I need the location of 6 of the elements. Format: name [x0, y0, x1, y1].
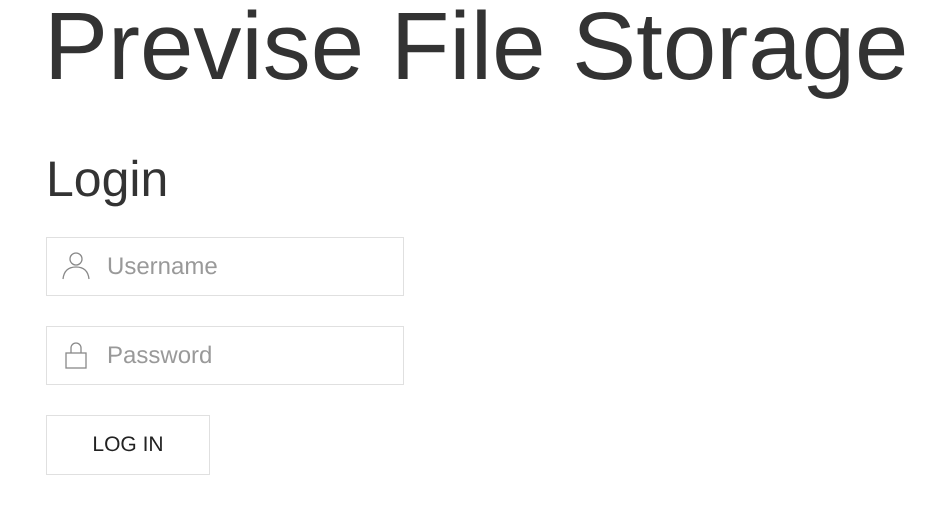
user-icon	[61, 251, 91, 282]
username-field[interactable]: Username	[46, 237, 404, 296]
login-heading: Login	[46, 152, 168, 208]
password-field[interactable]: Password	[46, 326, 404, 386]
login-button[interactable]: LOG IN	[46, 415, 210, 476]
page-title: Previse File Storage	[44, 0, 908, 102]
